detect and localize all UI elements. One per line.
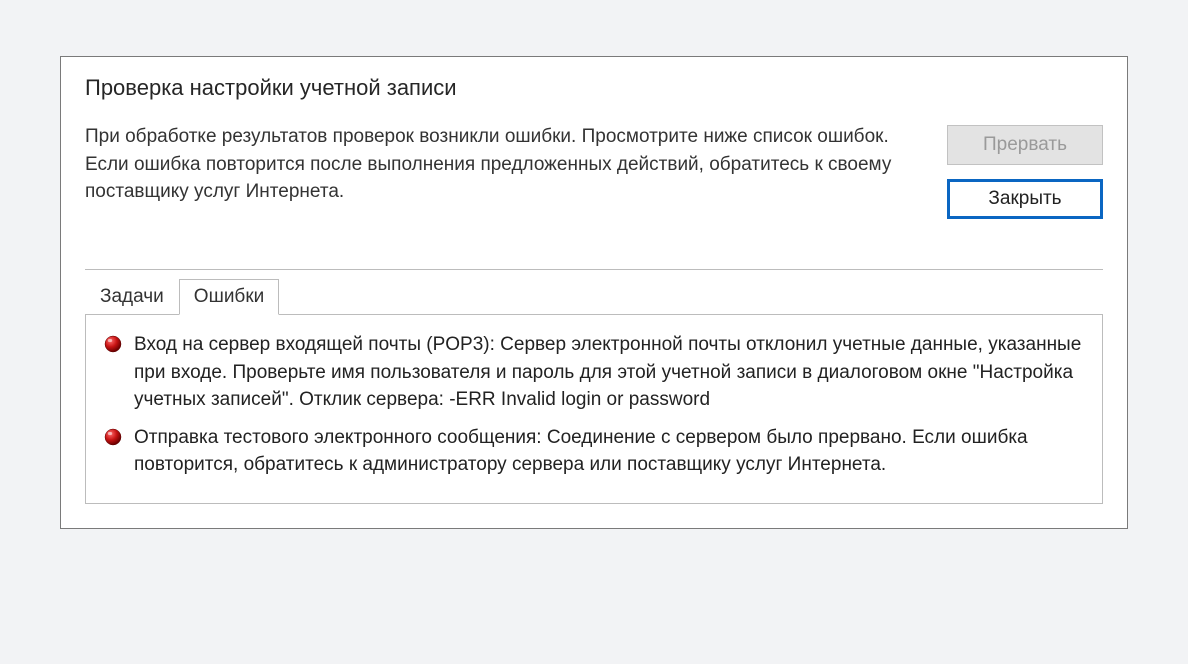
dialog-buttons: Прервать Закрыть [947,123,1103,219]
error-icon [104,335,122,353]
dialog-message: При обработке результатов проверок возни… [85,123,923,206]
dialog-title: Проверка настройки учетной записи [61,57,1127,117]
tabs-header: Задачи Ошибки [85,278,1103,314]
error-icon [104,428,122,446]
tabs-container: Задачи Ошибки [61,270,1127,528]
error-text: Отправка тестового электронного сообщени… [134,424,1084,479]
tab-errors[interactable]: Ошибки [179,279,279,315]
errors-panel: Вход на сервер входящей почты (POP3): Се… [85,314,1103,504]
dialog-content: При обработке результатов проверок возни… [61,117,1127,219]
error-item: Вход на сервер входящей почты (POP3): Се… [104,331,1084,414]
close-button[interactable]: Закрыть [947,179,1103,219]
account-test-dialog: Проверка настройки учетной записи При об… [60,56,1128,529]
error-text: Вход на сервер входящей почты (POP3): Се… [134,331,1084,414]
tab-tasks[interactable]: Задачи [85,279,179,315]
error-item: Отправка тестового электронного сообщени… [104,424,1084,479]
abort-button: Прервать [947,125,1103,165]
